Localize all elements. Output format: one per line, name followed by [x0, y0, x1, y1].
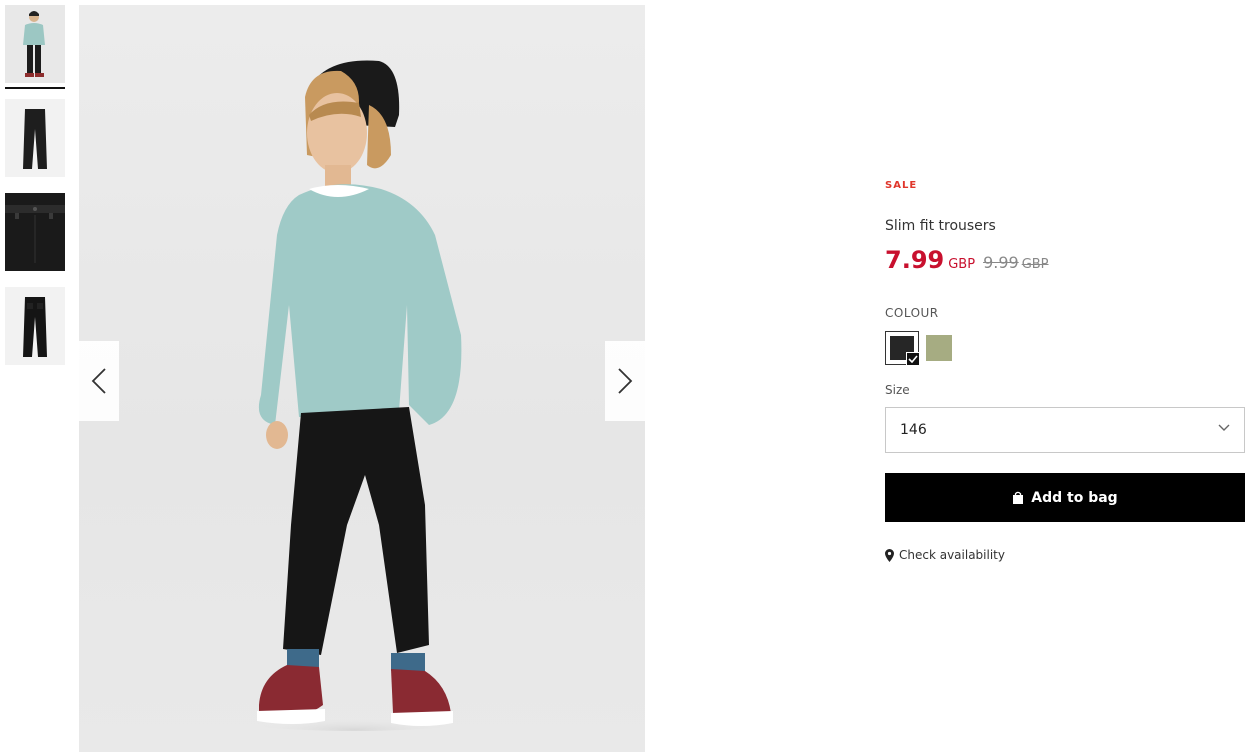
swatch-fill	[890, 336, 920, 366]
old-price-currency: GBP	[1021, 257, 1049, 272]
chevron-down-icon	[1218, 424, 1230, 431]
thumbnail-trousers-back[interactable]	[5, 287, 65, 365]
previous-image-button[interactable]	[79, 341, 119, 421]
location-pin-icon	[885, 548, 894, 562]
colour-label: COLOUR	[885, 306, 939, 320]
product-title: Slim fit trousers	[885, 218, 996, 234]
thumbnail-trousers-front[interactable]	[5, 99, 65, 177]
size-select[interactable]: 146	[885, 407, 1245, 453]
next-image-button[interactable]	[605, 341, 645, 421]
active-thumbnail-indicator	[5, 87, 65, 89]
thumbnail-trousers-waist-detail[interactable]	[5, 193, 65, 271]
current-price-currency: GBP	[948, 257, 976, 272]
colour-swatch-black[interactable]	[885, 331, 920, 366]
check-availability-label: Check availability	[899, 548, 1005, 562]
thumbnail-model-front[interactable]	[5, 5, 65, 83]
size-label: Size	[885, 383, 910, 397]
shopping-bag-icon	[1013, 491, 1024, 504]
check-availability-link[interactable]: Check availability	[885, 548, 1005, 562]
add-to-bag-label: Add to bag	[1031, 489, 1118, 506]
product-photo	[224, 60, 484, 731]
sale-badge: SALE	[885, 180, 918, 191]
chevron-left-icon	[91, 368, 106, 394]
old-price: 9.99	[983, 253, 1019, 272]
chevron-right-icon	[618, 368, 633, 394]
add-to-bag-button[interactable]: Add to bag	[885, 473, 1245, 522]
price-row: 7.99 GBP 9.99 GBP	[885, 246, 1049, 274]
size-select-value: 146	[900, 422, 927, 438]
check-icon	[906, 352, 920, 366]
colour-swatch-khaki[interactable]	[926, 335, 952, 361]
main-product-image	[79, 5, 645, 752]
current-price: 7.99	[885, 246, 945, 274]
